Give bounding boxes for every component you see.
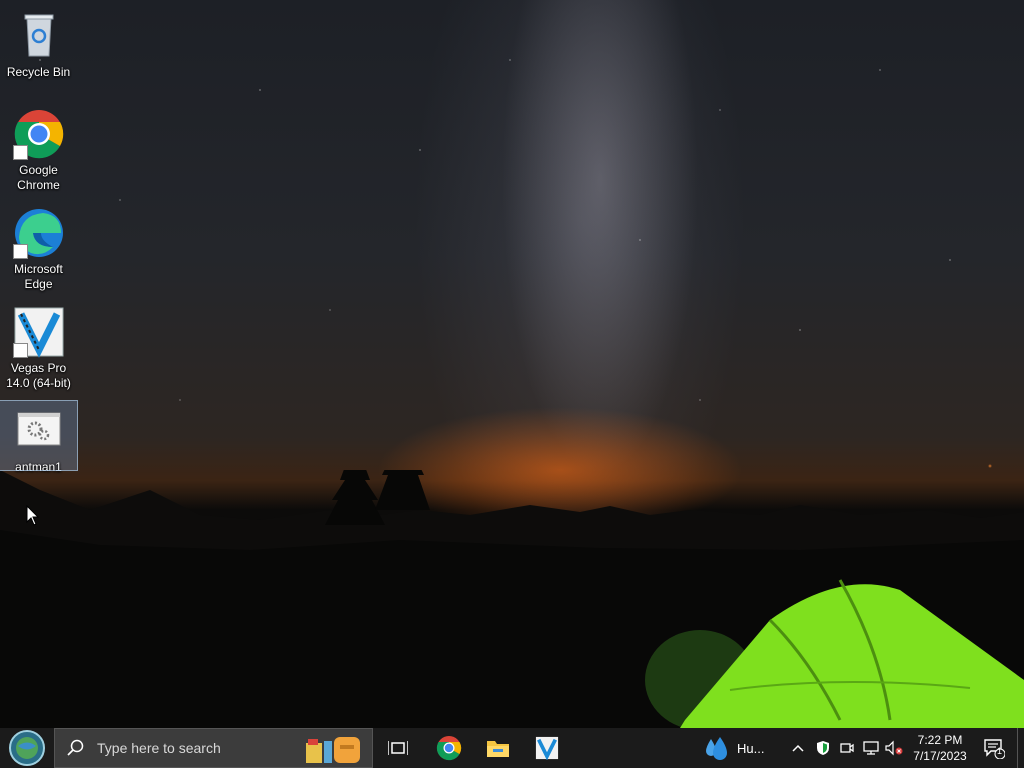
task-view-icon [388,741,408,755]
clock[interactable]: 7:22 PM 7/17/2023 [905,728,975,768]
recycle-bin-shortcut[interactable]: Recycle Bin [0,6,77,80]
weather-widget[interactable]: Hu... [703,728,773,768]
starry-sky [0,0,1024,520]
google-chrome-shortcut[interactable]: Google Chrome [0,104,77,193]
task-view-button[interactable] [378,728,418,768]
desktop-wallpaper: Recycle Bin Google Chrome Microsoft Edge… [0,0,1024,728]
taskbar-chrome-button[interactable] [428,728,470,768]
google-chrome-label: Google Chrome [17,163,60,192]
action-center-button[interactable]: 1 [978,728,1010,768]
antman1-file[interactable]: antman1 [0,400,78,474]
settings-file-icon [13,405,65,457]
file-explorer-icon [487,741,509,757]
volume-tray[interactable] [884,728,904,768]
network-icon [863,741,879,755]
chrome-icon [436,736,462,761]
antman1-label: antman1 [15,460,62,474]
shield-icon [817,741,829,755]
vegas-pro-icon [12,306,65,358]
volume-muted-icon [885,740,903,756]
start-orb-icon [9,730,45,766]
windows-security-tray[interactable] [813,728,833,768]
notification-count: 1 [997,746,1003,756]
mouse-cursor-icon [26,505,40,526]
clock-time: 7:22 PM [917,733,963,747]
start-button[interactable] [0,728,54,768]
microsoft-edge-label: Microsoft Edge [14,262,63,291]
water-drop-icon [706,737,727,760]
chrome-icon [12,108,65,160]
taskbar: Type here to search Hu... 7:22 PM 7/17/2… [0,728,1024,768]
search-box[interactable]: Type here to search [54,728,373,768]
shortcut-arrow-icon [12,145,28,160]
show-desktop-button[interactable] [1017,728,1018,768]
microsoft-edge-shortcut[interactable]: Microsoft Edge [0,203,77,292]
taskbar-file-explorer-button[interactable] [477,728,519,768]
network-tray[interactable] [861,728,881,768]
chevron-up-icon [792,744,804,752]
tent-illustration [645,579,1024,728]
edge-icon [12,207,65,259]
weather-text: Hu... [737,740,765,756]
shortcut-arrow-icon [12,244,28,259]
search-highlight-illustration[interactable] [302,733,368,765]
clock-date: 7/17/2023 [913,749,967,763]
search-placeholder: Type here to search [97,740,221,756]
recycle-bin-label: Recycle Bin [6,65,71,79]
show-hidden-icons-button[interactable] [788,728,808,768]
search-icon [67,739,84,756]
camera-icon [840,743,854,753]
camera-tray[interactable] [837,728,857,768]
shortcut-arrow-icon [12,343,28,358]
taskbar-vegas-pro-button[interactable] [526,728,568,768]
recycle-bin-icon [13,10,65,62]
vegas-pro-label: Vegas Pro 14.0 (64-bit) [6,361,71,390]
vegas-pro-shortcut[interactable]: Vegas Pro 14.0 (64-bit) [0,302,77,391]
vegas-pro-icon [535,736,559,760]
